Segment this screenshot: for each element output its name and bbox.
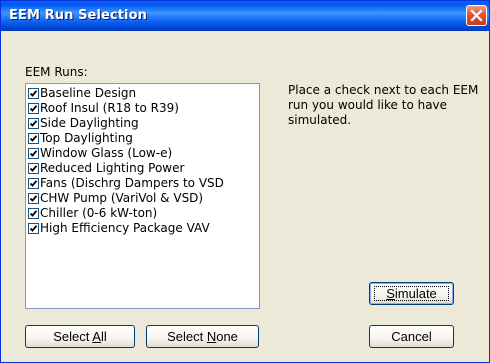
checkmark-icon — [29, 195, 38, 202]
select-none-mnemonic: N — [206, 329, 217, 344]
list-item-label: Window Glass (Low-e) — [40, 146, 173, 160]
dialog-window: EEM Run Selection EEM Runs: Baseline Des… — [0, 0, 490, 363]
list-item-label: CHW Pump (VariVol & VSD) — [40, 191, 204, 205]
list-item-label: Baseline Design — [40, 86, 137, 100]
select-none-prefix: Select — [167, 329, 207, 344]
checkmark-icon — [29, 120, 38, 127]
checkmark-icon — [29, 165, 38, 172]
eem-runs-label: EEM Runs: — [25, 65, 88, 79]
select-none-suffix: one — [216, 329, 238, 344]
simulate-button[interactable]: Simulate — [369, 282, 454, 305]
close-icon — [470, 9, 483, 22]
checkbox[interactable] — [28, 88, 39, 99]
checkmark-icon — [29, 225, 38, 232]
list-item-label: Roof Insul (R18 to R39) — [40, 101, 179, 115]
select-all-prefix: Select — [53, 329, 93, 344]
simulate-mnemonic: S — [386, 286, 395, 301]
instructions-text: Place a check next to each EEM run you w… — [288, 83, 479, 127]
simulate-rest: imulate — [394, 286, 437, 301]
cancel-button[interactable]: Cancel — [369, 325, 454, 348]
checkbox[interactable] — [28, 208, 39, 219]
close-button[interactable] — [466, 5, 487, 26]
checkbox[interactable] — [28, 223, 39, 234]
select-all-label: Select All — [53, 329, 106, 344]
select-none-button[interactable]: Select None — [146, 325, 259, 348]
checkbox[interactable] — [28, 163, 39, 174]
checkmark-icon — [29, 210, 38, 217]
list-item-label: Fans (Dischrg Dampers to VSD — [40, 176, 224, 190]
list-item-label: Chiller (0-6 kW-ton) — [40, 206, 158, 220]
checkmark-icon — [29, 105, 38, 112]
checkbox[interactable] — [28, 193, 39, 204]
checkbox[interactable] — [28, 133, 39, 144]
checkmark-icon — [29, 135, 38, 142]
list-item-label: Top Daylighting — [40, 131, 133, 145]
title-bar[interactable]: EEM Run Selection — [1, 1, 489, 31]
list-item-label: Reduced Lighting Power — [40, 161, 185, 175]
select-all-button[interactable]: Select All — [25, 325, 135, 348]
simulate-button-label: Simulate — [386, 286, 437, 301]
checkmark-icon — [29, 90, 38, 97]
select-all-mnemonic: A — [92, 329, 101, 344]
checkbox[interactable] — [28, 178, 39, 189]
checkbox[interactable] — [28, 103, 39, 114]
list-item-label: Side Daylighting — [40, 116, 139, 130]
checkbox[interactable] — [28, 148, 39, 159]
checkbox[interactable] — [28, 118, 39, 129]
select-none-label: Select None — [167, 329, 238, 344]
select-all-suffix: ll — [100, 329, 107, 344]
list-item-label: High Efficiency Package VAV — [40, 221, 210, 235]
checkmark-icon — [29, 180, 38, 187]
window-title: EEM Run Selection — [9, 8, 147, 23]
eem-runs-list[interactable]: Baseline Design Roof Insul (R18 to R39) Si… — [25, 83, 260, 309]
checkmark-icon — [29, 150, 38, 157]
